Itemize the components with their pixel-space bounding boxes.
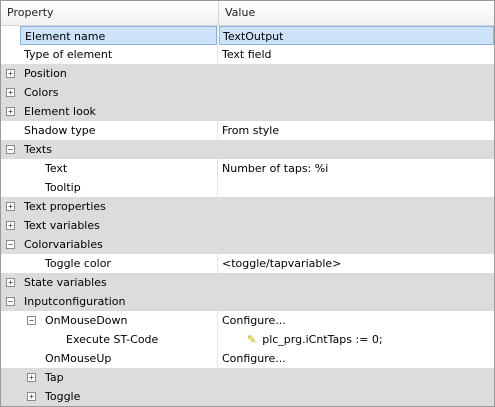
row-label: OnMouseDown [45, 314, 128, 327]
grid-header: Property Value [1, 1, 494, 26]
collapse-icon[interactable]: − [6, 297, 15, 306]
value-column-header[interactable]: Value [219, 1, 494, 25]
text-value[interactable]: Number of taps: %i [219, 159, 494, 178]
row-toggle[interactable]: + Toggle [1, 387, 494, 406]
row-colorvariables[interactable]: − Colorvariables [1, 235, 494, 254]
expand-icon[interactable]: + [6, 278, 15, 287]
row-text-properties[interactable]: + Text properties [1, 197, 494, 216]
row-label: Inputconfiguration [24, 295, 126, 308]
row-label: Element look [24, 105, 96, 118]
element-name-value[interactable]: TextOutput [219, 26, 494, 45]
row-label: Shadow type [24, 124, 96, 137]
row-label: Tap [45, 371, 64, 384]
row-toggle-color[interactable]: Toggle color <toggle/tapvariable> [1, 254, 494, 273]
row-shadow-type[interactable]: Shadow type From style [1, 121, 494, 140]
onmousedown-configure-link[interactable]: Configure... [219, 311, 494, 330]
row-label: Position [24, 67, 67, 80]
row-inputconfiguration[interactable]: − Inputconfiguration [1, 292, 494, 311]
pencil-icon[interactable]: ✎ [247, 330, 256, 349]
shadow-type-value[interactable]: From style [219, 121, 494, 140]
collapse-icon[interactable]: − [6, 145, 15, 154]
row-execute-st-code[interactable]: Execute ST-Code ✎ plc_prg.iCntTaps := 0; [1, 330, 494, 349]
row-label: Execute ST-Code [66, 333, 159, 346]
row-label: Text properties [24, 200, 106, 213]
row-label: Colorvariables [24, 238, 103, 251]
row-state-variables[interactable]: + State variables [1, 273, 494, 292]
row-label: Toggle [45, 390, 81, 403]
property-column-header[interactable]: Property [1, 1, 219, 25]
expand-icon[interactable]: + [27, 373, 36, 382]
row-type-of-element[interactable]: Type of element Text field [1, 45, 494, 64]
row-onmouseup[interactable]: OnMouseUp Configure... [1, 349, 494, 368]
row-text-variables[interactable]: + Text variables [1, 216, 494, 235]
onmouseup-configure-link[interactable]: Configure... [219, 349, 494, 368]
row-text[interactable]: Text Number of taps: %i [1, 159, 494, 178]
row-element-name[interactable]: Element name TextOutput [1, 26, 494, 45]
row-label: Text variables [24, 219, 100, 232]
row-colors[interactable]: + Colors [1, 83, 494, 102]
type-of-element-value: Text field [222, 48, 272, 61]
row-tooltip[interactable]: Tooltip [1, 178, 494, 197]
row-label: Toggle color [45, 257, 111, 270]
row-texts[interactable]: − Texts [1, 140, 494, 159]
row-label: Type of element [24, 48, 113, 61]
st-code-value[interactable]: plc_prg.iCntTaps := 0; [262, 333, 382, 346]
row-label: OnMouseUp [45, 352, 112, 365]
row-label: Texts [24, 143, 52, 156]
row-onmousedown[interactable]: − OnMouseDown Configure... [1, 311, 494, 330]
row-label: State variables [24, 276, 107, 289]
collapse-icon[interactable]: − [27, 316, 36, 325]
tooltip-value[interactable] [219, 178, 494, 197]
expand-icon[interactable]: + [6, 202, 15, 211]
row-position[interactable]: + Position [1, 64, 494, 83]
expand-icon[interactable]: + [27, 392, 36, 401]
expand-icon[interactable]: + [6, 221, 15, 230]
row-label: Element name [20, 26, 217, 45]
toggle-color-value[interactable]: <toggle/tapvariable> [219, 254, 494, 273]
row-tap[interactable]: + Tap [1, 368, 494, 387]
collapse-icon[interactable]: − [6, 240, 15, 249]
row-label: Colors [24, 86, 59, 99]
row-label: Tooltip [45, 181, 81, 194]
expand-icon[interactable]: + [6, 69, 15, 78]
row-element-look[interactable]: + Element look [1, 102, 494, 121]
property-grid: Property Value Element name TextOutput T… [0, 0, 495, 407]
expand-icon[interactable]: + [6, 107, 15, 116]
expand-icon[interactable]: + [6, 88, 15, 97]
row-label: Text [45, 162, 68, 175]
